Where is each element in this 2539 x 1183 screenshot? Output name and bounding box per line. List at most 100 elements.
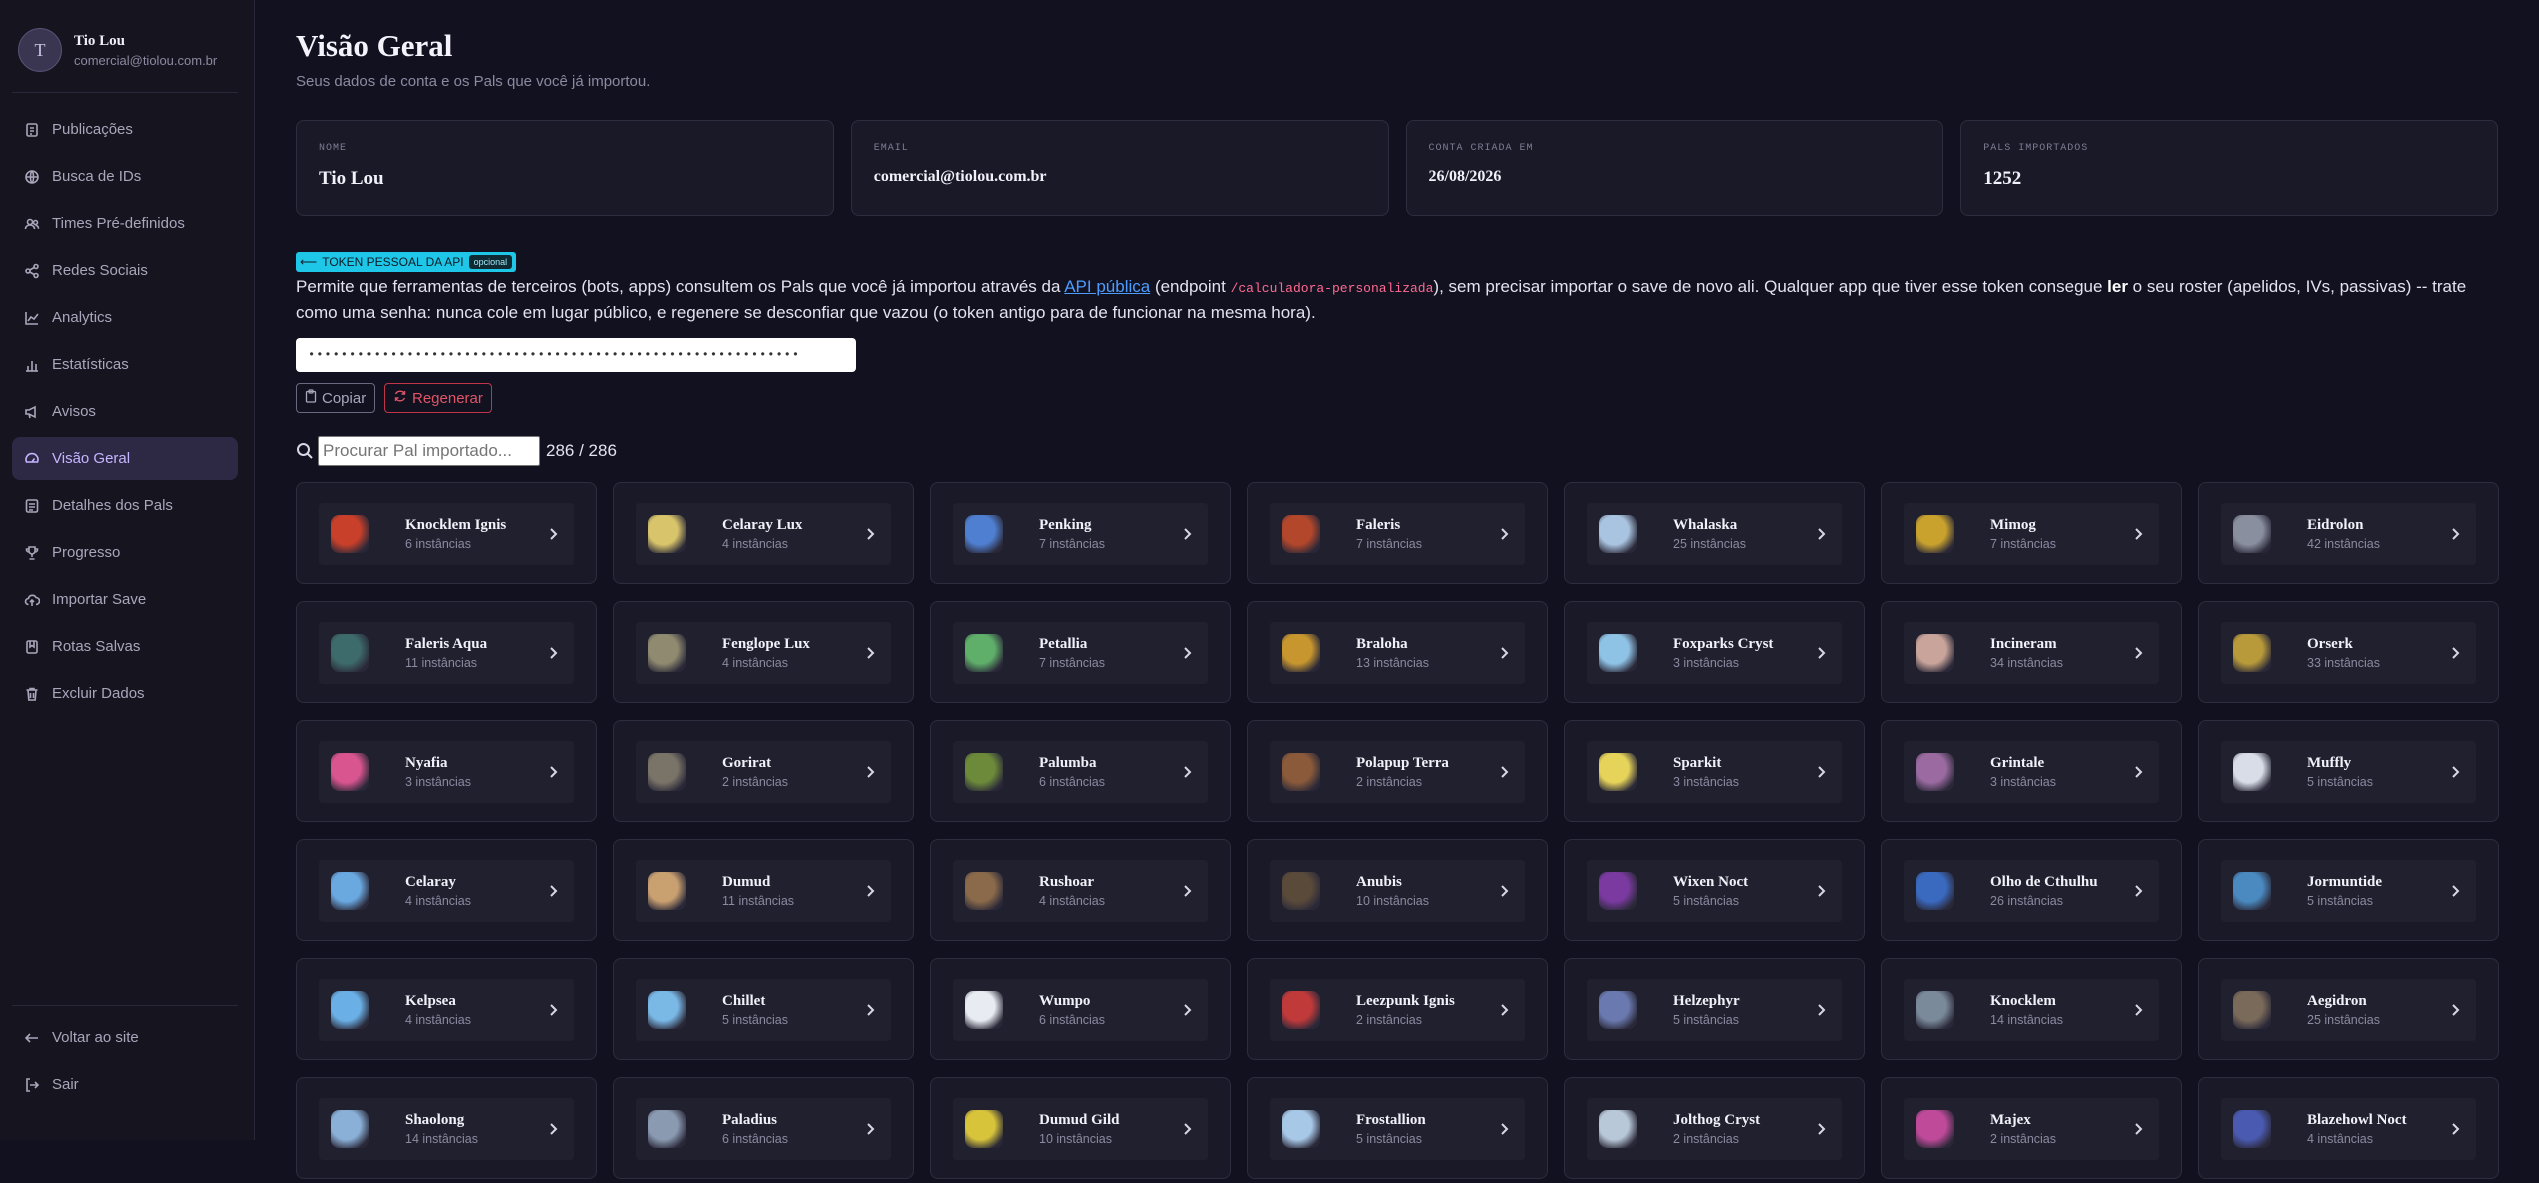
- pal-card[interactable]: Paladius 6 instâncias: [613, 1077, 914, 1179]
- pal-card[interactable]: Braloha 13 instâncias: [1247, 601, 1548, 703]
- pal-card[interactable]: Helzephyr 5 instâncias: [1564, 958, 1865, 1060]
- pal-name: Majex: [1990, 1112, 2031, 1128]
- api-link[interactable]: API pública: [1064, 277, 1150, 296]
- chevron-right-icon: [546, 765, 560, 779]
- pal-avatar: [648, 515, 686, 553]
- pal-avatar: [1599, 753, 1637, 791]
- sidebar-item-voltar[interactable]: Voltar ao site: [12, 1016, 238, 1059]
- pal-card[interactable]: Anubis 10 instâncias: [1247, 839, 1548, 941]
- pal-avatar: [1599, 991, 1637, 1029]
- pal-avatar: [331, 634, 369, 672]
- pal-card[interactable]: Fenglope Lux 4 instâncias: [613, 601, 914, 703]
- pal-card[interactable]: Gorirat 2 instâncias: [613, 720, 914, 822]
- key-icon: ⟵: [300, 255, 318, 269]
- pal-card[interactable]: Wixen Noct 5 instâncias: [1564, 839, 1865, 941]
- pal-card[interactable]: Olho de Cthulhu 26 instâncias: [1881, 839, 2182, 941]
- sidebar-item-detalhes[interactable]: Detalhes dos Pals: [12, 484, 238, 527]
- pal-avatar: [1916, 753, 1954, 791]
- sidebar-item-label: Estatísticas: [52, 356, 129, 373]
- stat-label: PALS IMPORTADOS: [1983, 143, 2089, 154]
- sidebar-item-rotas[interactable]: Rotas Salvas: [12, 625, 238, 668]
- pal-card[interactable]: Jolthog Cryst 2 instâncias: [1564, 1077, 1865, 1179]
- pal-card[interactable]: Polapup Terra 2 instâncias: [1247, 720, 1548, 822]
- pal-card[interactable]: Rushoar 4 instâncias: [930, 839, 1231, 941]
- regenerate-button[interactable]: Regenerar: [384, 383, 492, 413]
- search-row: 286 / 286: [296, 436, 617, 466]
- pal-card[interactable]: Grintale 3 instâncias: [1881, 720, 2182, 822]
- pal-card[interactable]: Celaray 4 instâncias: [296, 839, 597, 941]
- pal-card[interactable]: Petallia 7 instâncias: [930, 601, 1231, 703]
- pal-card[interactable]: Knocklem Ignis 6 instâncias: [296, 482, 597, 584]
- token-field[interactable]: [296, 338, 856, 372]
- pal-card[interactable]: Penking 7 instâncias: [930, 482, 1231, 584]
- sidebar-item-publicacoes[interactable]: Publicações: [12, 108, 238, 151]
- pal-card[interactable]: Frostallion 5 instâncias: [1247, 1077, 1548, 1179]
- sidebar-item-avisos[interactable]: Avisos: [12, 390, 238, 433]
- pal-name: Jolthog Cryst: [1673, 1112, 1761, 1128]
- chevron-right-icon: [1180, 527, 1194, 541]
- pal-card[interactable]: Faleris 7 instâncias: [1247, 482, 1548, 584]
- sidebar-item-redes[interactable]: Redes Sociais: [12, 249, 238, 292]
- pal-card[interactable]: Palumba 6 instâncias: [930, 720, 1231, 822]
- pal-name: Olho de Cthulhu: [1990, 874, 2098, 890]
- sidebar-item-estatisticas[interactable]: Estatísticas: [12, 343, 238, 386]
- pal-card[interactable]: Muffly 5 instâncias: [2198, 720, 2499, 822]
- pal-instance-count: 5 instâncias: [2307, 775, 2374, 789]
- chevron-right-icon: [1180, 1003, 1194, 1017]
- sidebar-item-excluir[interactable]: Excluir Dados: [12, 672, 238, 715]
- stat-value: 26/08/2026: [1428, 168, 1502, 185]
- pal-card[interactable]: Eidrolon 42 instâncias: [2198, 482, 2499, 584]
- sidebar-item-importar[interactable]: Importar Save: [12, 578, 238, 621]
- stat-value: comercial@tiolou.com.br: [873, 168, 1047, 185]
- pal-card[interactable]: Knocklem 14 instâncias: [1881, 958, 2182, 1060]
- pal-card[interactable]: Majex 2 instâncias: [1881, 1077, 2182, 1179]
- pal-instance-count: 4 instâncias: [722, 537, 789, 551]
- pal-card[interactable]: Celaray Lux 4 instâncias: [613, 482, 914, 584]
- chevron-right-icon: [2131, 1003, 2145, 1017]
- pal-avatar: [965, 991, 1003, 1029]
- pal-card[interactable]: Mimog 7 instâncias: [1881, 482, 2182, 584]
- chevron-right-icon: [2448, 527, 2462, 541]
- pal-card[interactable]: Jormuntide 5 instâncias: [2198, 839, 2499, 941]
- pal-card[interactable]: Faleris Aqua 11 instâncias: [296, 601, 597, 703]
- pal-instance-count: 4 instâncias: [2307, 1132, 2374, 1146]
- pal-avatar: [965, 753, 1003, 791]
- search-input[interactable]: [318, 436, 540, 466]
- pal-avatar: [2233, 872, 2271, 910]
- pal-card[interactable]: Nyafia 3 instâncias: [296, 720, 597, 822]
- chevron-right-icon: [2448, 1122, 2462, 1136]
- cloud-upload-icon: [24, 592, 40, 608]
- pal-name: Frostallion: [1356, 1112, 1426, 1128]
- pal-card[interactable]: Sparkit 3 instâncias: [1564, 720, 1865, 822]
- pal-card[interactable]: Wumpo 6 instâncias: [930, 958, 1231, 1060]
- pal-card[interactable]: Dumud Gild 10 instâncias: [930, 1077, 1231, 1179]
- pal-instance-count: 2 instâncias: [1356, 1013, 1423, 1027]
- pal-avatar: [648, 753, 686, 791]
- sidebar-item-busca-ids[interactable]: Busca de IDs: [12, 155, 238, 198]
- pal-card[interactable]: Dumud 11 instâncias: [613, 839, 914, 941]
- sidebar-item-times[interactable]: Times Pré-definidos: [12, 202, 238, 245]
- pal-instance-count: 7 instâncias: [1990, 537, 2057, 551]
- pal-avatar: [1916, 872, 1954, 910]
- pal-card[interactable]: Kelpsea 4 instâncias: [296, 958, 597, 1060]
- sidebar-item-label: Avisos: [52, 403, 96, 420]
- sidebar-item-label: Voltar ao site: [52, 1029, 139, 1046]
- sidebar-item-progresso[interactable]: Progresso: [12, 531, 238, 574]
- sidebar-item-sair[interactable]: Sair: [12, 1063, 238, 1106]
- pal-card[interactable]: Leezpunk Ignis 2 instâncias: [1247, 958, 1548, 1060]
- pal-card[interactable]: Whalaska 25 instâncias: [1564, 482, 1865, 584]
- pal-card[interactable]: Blazehowl Noct 4 instâncias: [2198, 1077, 2499, 1179]
- pal-card[interactable]: Shaolong 14 instâncias: [296, 1077, 597, 1179]
- pal-name: Faleris: [1356, 517, 1401, 533]
- pal-instance-count: 34 instâncias: [1990, 656, 2063, 670]
- pal-card[interactable]: Aegidron 25 instâncias: [2198, 958, 2499, 1060]
- pal-avatar: [331, 872, 369, 910]
- sidebar-item-visao-geral[interactable]: Visão Geral: [12, 437, 238, 480]
- pal-card[interactable]: Orserk 33 instâncias: [2198, 601, 2499, 703]
- pal-card[interactable]: Foxparks Cryst 3 instâncias: [1564, 601, 1865, 703]
- sidebar-item-analytics[interactable]: Analytics: [12, 296, 238, 339]
- pal-card[interactable]: Incineram 34 instâncias: [1881, 601, 2182, 703]
- copy-button[interactable]: Copiar: [296, 383, 376, 413]
- pal-instance-count: 14 instâncias: [405, 1132, 478, 1146]
- pal-card[interactable]: Chillet 5 instâncias: [613, 958, 914, 1060]
